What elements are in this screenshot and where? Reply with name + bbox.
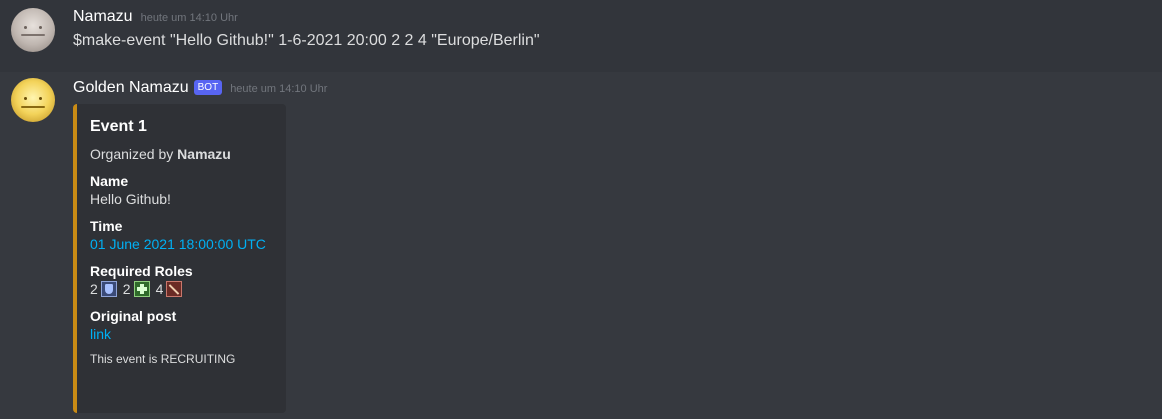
healer-role-icon (133, 281, 150, 297)
field-value: Hello Github! (90, 191, 171, 207)
field-label: Original post (90, 308, 177, 324)
role-count: 4 (155, 281, 164, 297)
username[interactable]: Namazu (73, 8, 133, 26)
bot-badge: BOT (193, 80, 223, 95)
field-name: Name Hello Github! (90, 173, 270, 207)
field-label: Name (90, 173, 129, 189)
message-namazu[interactable]: Namazu heute um 14:10 Uhr $make-event "H… (0, 0, 1162, 72)
tank-role-icon (100, 281, 117, 297)
message-content: $make-event "Hello Github!" 1-6-2021 20:… (73, 32, 540, 49)
field-label: Required Roles (90, 263, 193, 279)
embed-title: Event 1 (90, 118, 147, 135)
original-post-link[interactable]: link (90, 326, 270, 342)
organizer-name: Namazu (177, 146, 231, 162)
roles-list: 2 2 4 (90, 281, 270, 297)
timestamp[interactable]: heute um 14:10 Uhr (230, 83, 327, 95)
avatar-eye (24, 97, 27, 100)
message-golden-namazu[interactable]: Golden Namazu BOT heute um 14:10 Uhr Eve… (0, 72, 1162, 419)
event-embed: Event 1 Organized by Namazu Name Hello G… (73, 104, 286, 413)
avatar-mouth (21, 106, 45, 108)
time-link[interactable]: 01 June 2021 18:00:00 UTC (90, 236, 270, 252)
avatar-eye (39, 97, 42, 100)
avatar-eye (24, 26, 27, 29)
message-header: Golden Namazu BOT heute um 14:10 Uhr (73, 79, 327, 97)
avatar-mouth (21, 34, 45, 36)
field-label: Time (90, 218, 123, 234)
dps-role-icon (166, 281, 183, 297)
chat-messages: Namazu heute um 14:10 Uhr $make-event "H… (0, 0, 1162, 419)
organized-by-label: Organized by (90, 146, 174, 162)
field-time: Time 01 June 2021 18:00:00 UTC (90, 218, 270, 252)
avatar[interactable] (11, 78, 55, 122)
timestamp[interactable]: heute um 14:10 Uhr (141, 12, 238, 24)
field-original-post: Original post link (90, 308, 270, 342)
username[interactable]: Golden Namazu (73, 79, 189, 97)
embed-footer: This event is RECRUITING (90, 352, 236, 366)
field-required-roles: Required Roles 2 2 4 (90, 263, 270, 297)
embed-description: Organized by Namazu (90, 146, 270, 162)
role-count: 2 (122, 281, 131, 297)
avatar[interactable] (11, 8, 55, 52)
role-count: 2 (90, 281, 98, 297)
message-header: Namazu heute um 14:10 Uhr (73, 8, 238, 26)
avatar-eye (39, 26, 42, 29)
